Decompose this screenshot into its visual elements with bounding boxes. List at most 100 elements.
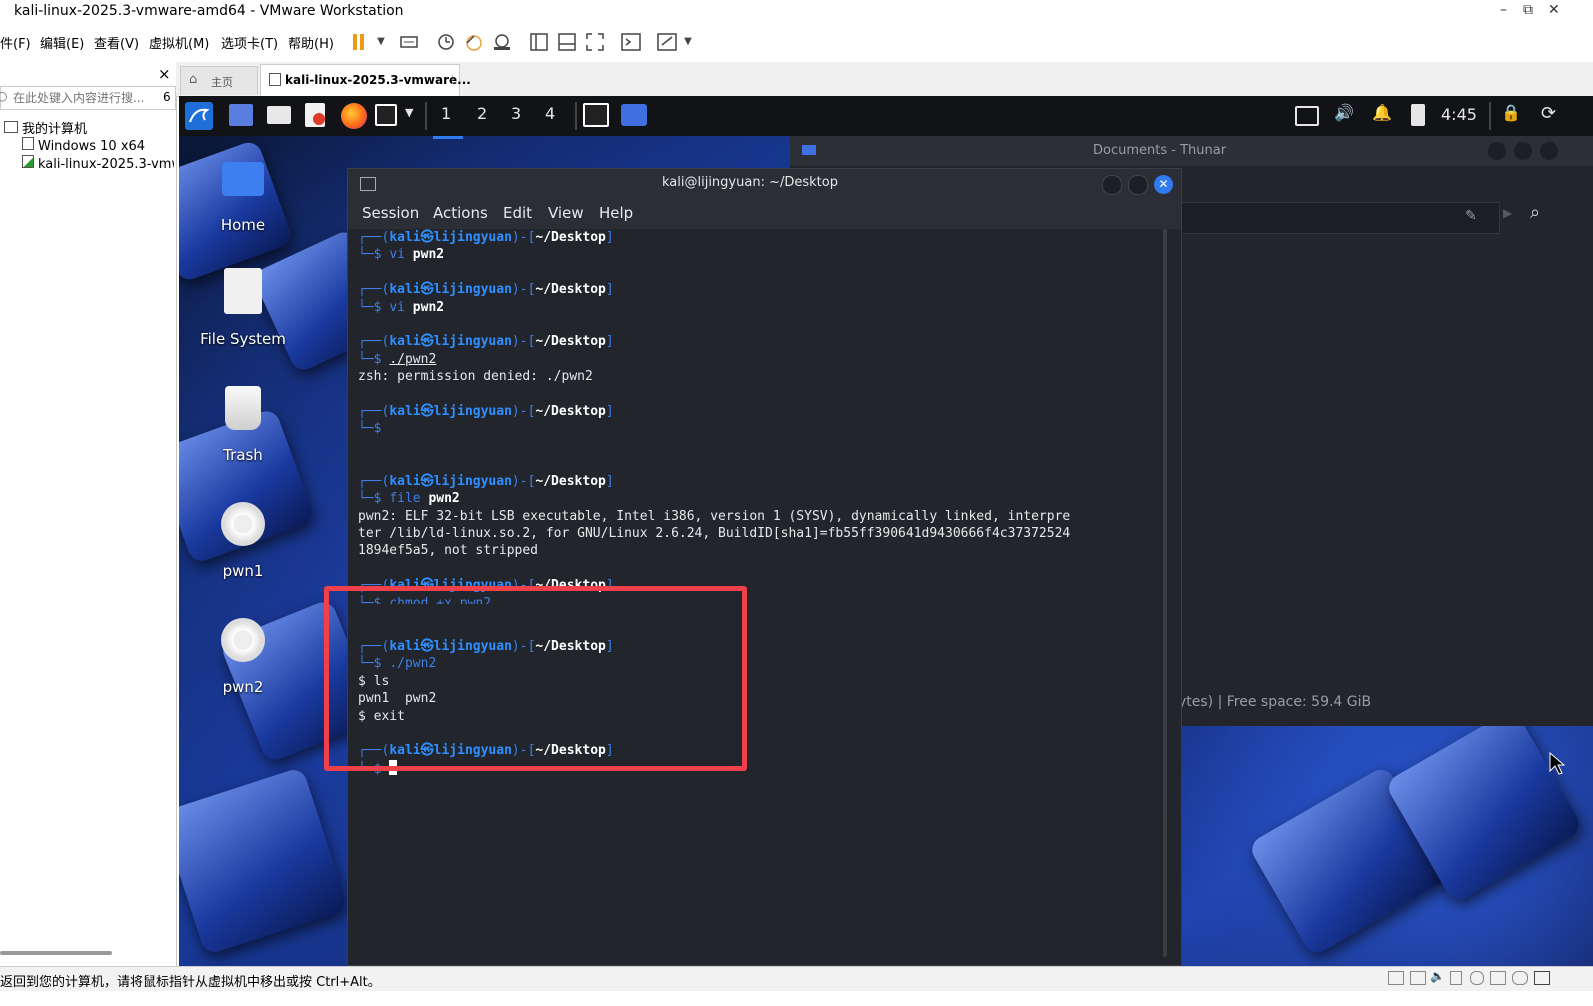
notification-bell-icon[interactable]: 🔔 [1372,103,1392,122]
show-thumbnail-button[interactable] [556,31,578,53]
search-icon[interactable]: ⌕ [1530,202,1540,223]
taskbar-thunar-button[interactable] [621,104,647,126]
message-icon[interactable] [1534,971,1550,985]
terminal-menu-help[interactable]: Help [599,204,633,222]
terminal-minimize-button[interactable] [1102,175,1122,195]
show-desktop-icon[interactable] [229,104,253,126]
chevron-right-icon[interactable]: ▶ [1503,206,1512,220]
terminal-maximize-button[interactable] [1128,175,1148,195]
thunar-minimize-button[interactable] [1488,142,1506,160]
revert-snapshot-button[interactable] [463,31,485,53]
desktop-icon-label: pwn1 [222,562,264,580]
lock-icon[interactable]: 🔒 [1501,103,1521,122]
menu-tabs[interactable]: 选项卡(T) [221,33,278,52]
clock[interactable]: 4:45 [1441,105,1477,124]
tab-menu-icon[interactable]: ⋮ [447,73,458,86]
taskbar-terminal-button[interactable] [583,103,609,127]
thunar-location-bar[interactable]: ✎ [1178,202,1500,234]
prompt-line: ┌──(kali㉿lijingyuan)-[~/Desktop] [358,334,614,350]
library-search-input[interactable] [11,88,155,108]
hdd-icon[interactable] [1388,971,1404,985]
thumbnail-icon [558,33,576,51]
terminal-window[interactable]: kali@lijingyuan: ~/Desktop ✕ Session Act… [347,168,1182,966]
terminal-menu-edit[interactable]: Edit [503,204,532,222]
output-line: 1894ef5a5, not stripped [358,543,539,559]
workspace-1[interactable]: 1 [433,96,463,139]
terminal-launcher-icon[interactable] [375,104,397,126]
printer-icon[interactable] [1450,971,1462,985]
stretch-dropdown[interactable]: ▼ [677,31,699,53]
fullscreen-button[interactable] [584,31,606,53]
terminal-titlebar: kali@lijingyuan: ~/Desktop ✕ [348,169,1181,199]
file-manager-icon[interactable] [267,106,291,124]
battery-icon[interactable] [1411,104,1425,126]
send-ctrl-alt-del-button[interactable] [398,31,420,53]
library-search-box[interactable]: ○ 6 [0,86,176,110]
menu-edit[interactable]: 编辑(E) [40,33,84,52]
terminal-menu-session[interactable]: Session [362,204,419,222]
tree-item-windows10[interactable]: Windows 10 x64 [22,137,145,154]
tree-root-label: 我的计算机 [22,122,88,137]
workspace-2[interactable]: 2 [469,96,499,136]
snapshot-button[interactable] [435,31,457,53]
tab-home[interactable]: ⌂ 主页 [180,66,258,95]
pause-dropdown[interactable]: ▼ [370,31,392,53]
text-editor-icon[interactable] [305,103,325,127]
snapshot-manager-button[interactable] [491,31,513,53]
menu-help[interactable]: 帮助(H) [288,33,334,52]
pause-vm-button[interactable] [348,31,370,53]
vm-running-icon [269,73,281,86]
library-close-button[interactable]: × [158,65,171,83]
desktop-icon-pwn2[interactable]: pwn2 [193,618,293,696]
tree-root[interactable]: 我的计算机 [4,118,87,137]
wireless-icon[interactable] [1512,971,1528,985]
terminal-icon [360,177,376,191]
kali-menu-button[interactable] [185,102,213,130]
minimize-button[interactable]: – [1500,2,1507,18]
tree-item-kali[interactable]: kali-linux-2025.3-vmw [22,155,174,172]
display-icon[interactable] [1295,106,1319,126]
workspace-3[interactable]: 3 [503,96,533,136]
usb-icon[interactable] [1490,971,1506,985]
edit-location-icon[interactable]: ✎ [1465,208,1477,224]
tab-kali[interactable]: kali-linux-2025.3-vmware... ⋮ [260,64,471,97]
menu-vm[interactable]: 虚拟机(M) [149,33,209,52]
thunar-close-button[interactable] [1540,142,1558,160]
chevron-down-icon: ▼ [377,36,385,47]
terminal-close-button[interactable]: ✕ [1154,175,1173,194]
chevron-down-icon[interactable]: ▼ [405,106,413,119]
stretch-guest-button[interactable] [656,31,678,53]
command-line: └─$ vi pwn2 [358,299,445,315]
window-title: kali-linux-2025.3-vmware-amd64 - VMware … [14,3,404,19]
gear-icon [221,502,265,546]
status-text: 返回到您的计算机，请将鼠标指针从虚拟机中移出或按 Ctrl+Alt。 [0,975,381,990]
terminal-scrollbar[interactable] [1163,229,1167,957]
desktop-icon-pwn1[interactable]: pwn1 [193,502,293,580]
terminal-title: kali@lijingyuan: ~/Desktop [662,175,838,190]
console-view-button[interactable] [620,31,642,53]
network-icon[interactable] [1410,971,1426,985]
cd-icon[interactable] [1470,971,1484,985]
workspace-4[interactable]: 4 [537,96,567,136]
thunar-maximize-button[interactable] [1514,142,1532,160]
sound-icon[interactable]: 🔈 [1430,969,1445,983]
firefox-icon[interactable] [341,103,367,129]
close-button[interactable]: ✕ [1548,2,1560,18]
menu-file[interactable]: 件(F) [0,33,31,52]
output-line: pwn2: ELF 32-bit LSB executable, Intel i… [358,508,1071,524]
desktop-icon-filesystem[interactable]: File System [193,268,293,348]
computer-icon [4,121,18,133]
restore-button[interactable]: ⧉ [1523,2,1533,18]
power-icon[interactable]: ⟳ [1541,103,1556,124]
show-library-button[interactable] [528,31,550,53]
terminal-menu-view[interactable]: View [548,204,584,222]
vm-display[interactable]: ▼ 1 2 3 4 🔊 🔔 4:45 🔒 ⟳ Home File System … [179,96,1593,966]
menu-view[interactable]: 查看(V) [94,33,139,52]
command-line: └─$ ./pwn2 [358,351,437,367]
library-scrollbar[interactable] [0,951,112,955]
terminal-menu-actions[interactable]: Actions [433,204,488,222]
desktop-icon-trash[interactable]: Trash [193,386,293,464]
prompt-line: ┌──(kali㉿lijingyuan)-[~/Desktop] [358,473,614,489]
volume-icon[interactable]: 🔊 [1334,103,1354,122]
desktop-icon-home[interactable]: Home [193,162,293,234]
